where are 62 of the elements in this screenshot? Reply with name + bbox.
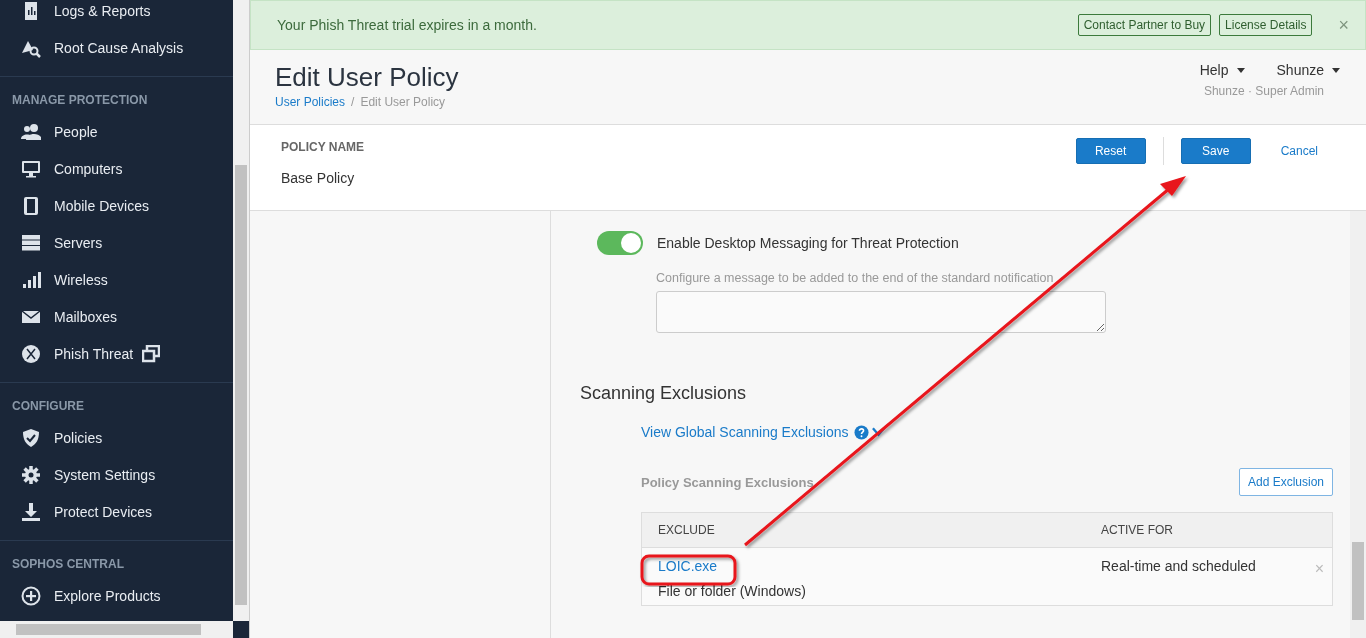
banner-button[interactable]: License Details [1219, 14, 1313, 36]
sidebar-item[interactable]: Logs & Reports [0, 0, 233, 29]
download-icon [21, 501, 41, 522]
section-heading: CONFIGURE [11, 398, 85, 415]
cancel-link[interactable]: Cancel [1280, 144, 1318, 158]
sidebar-item[interactable]: Computers [0, 150, 233, 187]
mobile-icon [21, 195, 41, 216]
phish-icon [21, 343, 41, 364]
toggle-label: Enable Desktop Messaging for Threat Protection [657, 235, 959, 251]
sidebar-item[interactable]: Root Cause Analysis [0, 29, 233, 66]
plus-icon [21, 585, 41, 606]
column-header: ACTIVE FOR [1101, 523, 1173, 537]
scrollbar[interactable] [0, 621, 233, 638]
computer-icon [21, 158, 41, 179]
sidebar-item[interactable]: System Settings [0, 456, 233, 493]
section-title: Scanning Exclusions [580, 383, 748, 404]
message-input[interactable] [656, 291, 1106, 333]
column-header: EXCLUDE [657, 523, 716, 537]
people-icon [21, 121, 41, 142]
help-icon[interactable] [853, 424, 869, 440]
scrollbar[interactable] [1350, 211, 1366, 638]
banner-button[interactable]: Contact Partner to Buy [1077, 14, 1212, 36]
section-heading: MANAGE PROTECTION [11, 92, 149, 109]
toggle-switch[interactable] [597, 231, 643, 255]
external-window-icon [142, 344, 161, 363]
chevron-down-icon[interactable] [871, 427, 885, 437]
exclusion-type: File or folder (Windows) [658, 583, 807, 599]
sidebar-item[interactable]: People [0, 113, 233, 150]
caret-icon [1236, 67, 1245, 73]
policy-name: Base Policy [281, 170, 356, 186]
help-menu[interactable]: Help [1199, 62, 1245, 78]
caret-icon [1332, 67, 1340, 73]
exclusion-link[interactable]: LOIC.exe [658, 558, 718, 574]
sidebar-item[interactable]: Protect Devices [0, 493, 233, 530]
user-role: Shunze · Super Admin [1203, 84, 1324, 98]
subsection-title: Policy Scanning Exclusions [641, 474, 814, 490]
sidebar-item[interactable]: Phish Threat [0, 335, 233, 372]
section-heading: SOPHOS CENTRAL [11, 556, 125, 573]
breadcrumb-separator: / [351, 95, 355, 109]
banner-message: Your Phish Threat trial expires in a month. [277, 17, 537, 33]
global-exclusions-link[interactable]: View Global Scanning Exclusions [641, 424, 849, 440]
breadcrumb-link[interactable]: User Policies [275, 95, 346, 109]
sidebar-item[interactable]: Explore Products [0, 577, 233, 614]
sidebar-item[interactable]: Mailboxes [0, 298, 233, 335]
gear-icon [21, 464, 41, 485]
sidebar-item[interactable]: Wireless [0, 261, 233, 298]
reset-button[interactable]: Reset [1075, 138, 1146, 164]
sidebar-item[interactable]: Policies [0, 419, 233, 456]
add-exclusion-button[interactable]: Add Exclusion [1238, 468, 1333, 496]
table-cell-text: Real-time and scheduled [1101, 558, 1256, 576]
breadcrumb-current: Edit User Policy [360, 95, 446, 109]
user-menu[interactable]: Shunze [1276, 62, 1340, 78]
save-button[interactable]: Save [1180, 138, 1251, 164]
page-title: Edit User Policy [275, 62, 459, 93]
policies-icon [21, 427, 41, 448]
field-label: Configure a message to be added to the end of the standard notification [656, 271, 1055, 285]
scrollbar[interactable] [233, 0, 249, 621]
servers-icon [21, 232, 41, 253]
sidebar-item[interactable]: Mobile Devices [0, 187, 233, 224]
field-label: POLICY NAME [281, 140, 365, 154]
sidebar-item[interactable]: Servers [0, 224, 233, 261]
wireless-icon [21, 269, 41, 290]
